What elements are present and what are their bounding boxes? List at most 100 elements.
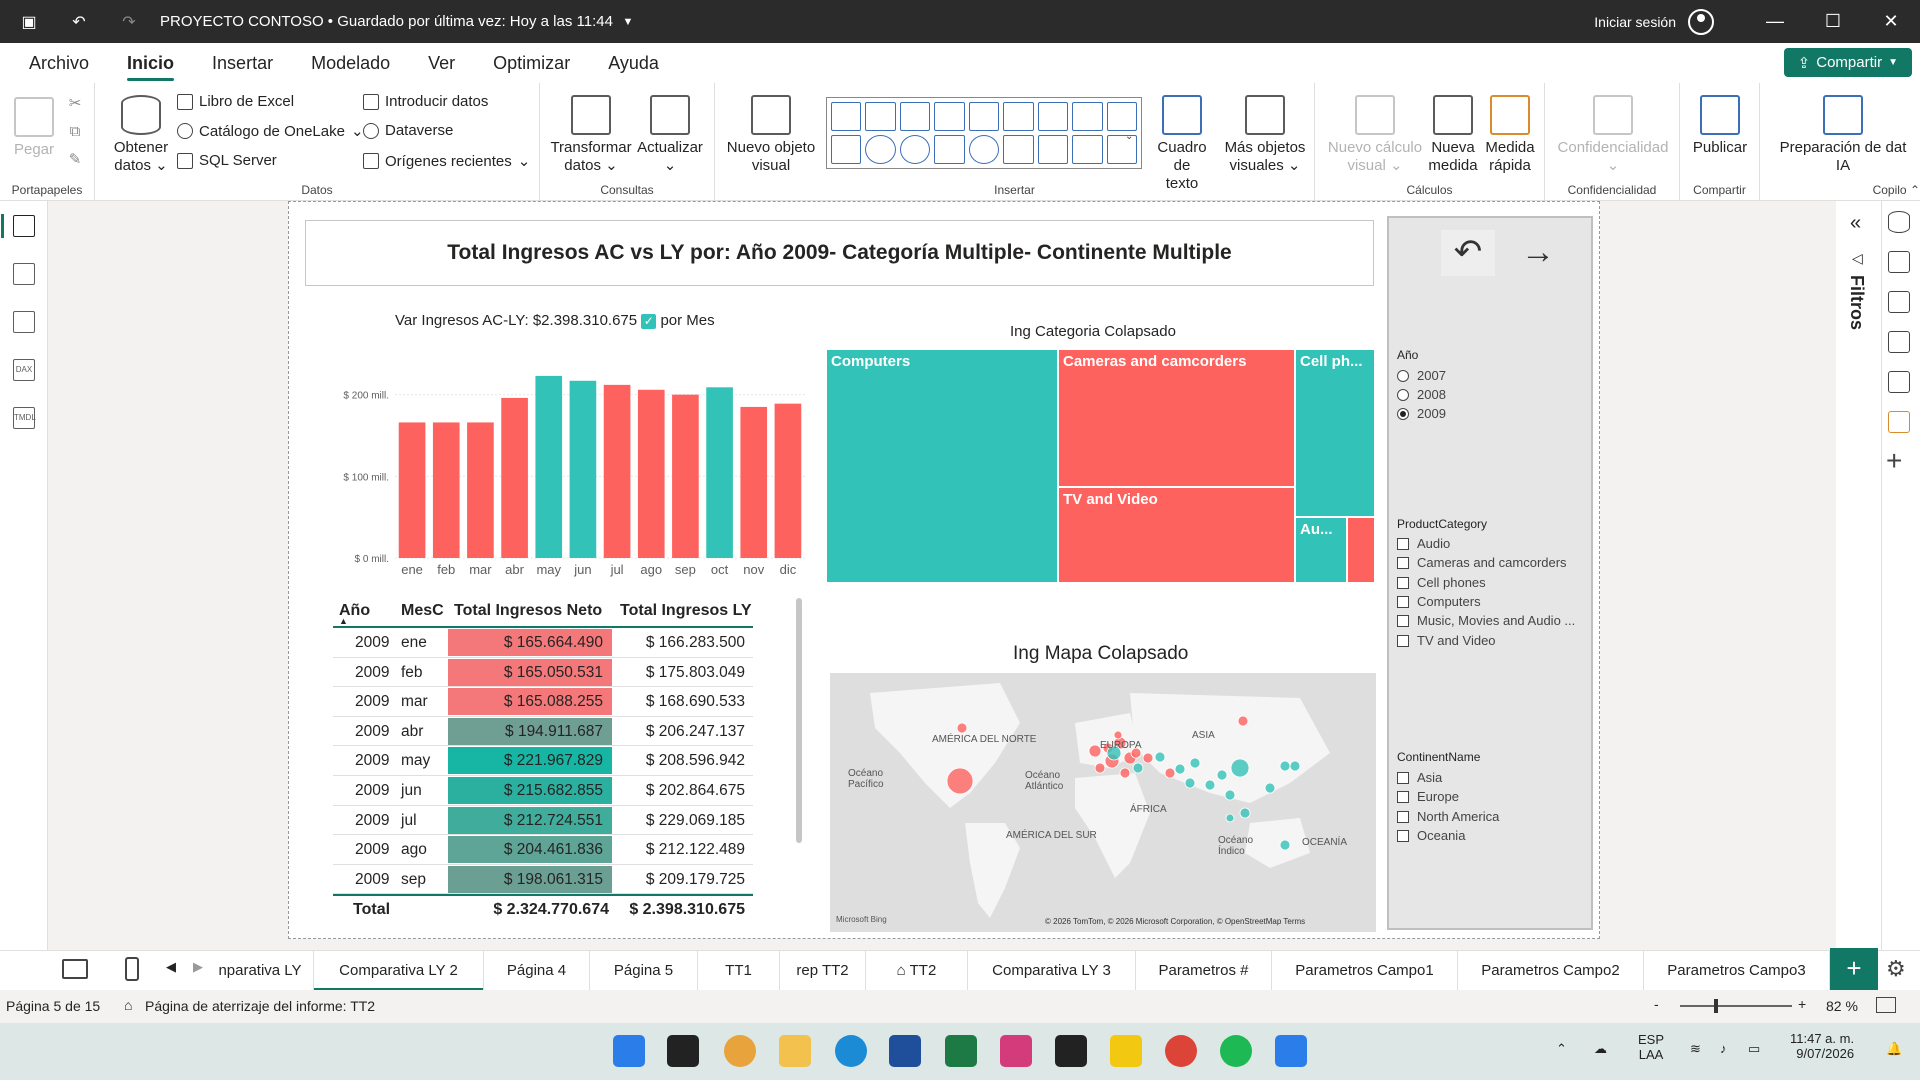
bar[interactable] (432, 422, 460, 558)
checkbox[interactable] (1397, 595, 1409, 608)
map-bubble[interactable] (1154, 751, 1166, 763)
settings-gear-icon[interactable]: ⚙ (1886, 956, 1906, 982)
tab-page[interactable]: Parametros Campo1 (1272, 951, 1458, 991)
map-bubble[interactable] (1289, 760, 1301, 772)
get-data-button[interactable]: Obtener datos ⌄ (109, 95, 173, 175)
map-bubble[interactable] (1142, 752, 1154, 764)
more-visuals-button[interactable]: Más objetos visuales ⌄ (1220, 95, 1310, 175)
map-bubble[interactable] (1189, 757, 1201, 769)
m365-icon[interactable] (724, 1035, 756, 1067)
map-visual[interactable]: AMÉRICA DEL NORTE Océano Pacífico Océano… (830, 673, 1376, 932)
treemap[interactable]: Computers Cameras and camcorders Cell ph… (826, 349, 1375, 583)
table-row[interactable]: 2009 jul $ 212.724.551 $ 229.069.185 (333, 806, 753, 836)
slicer-continent-option[interactable]: Europe (1397, 789, 1459, 804)
recent-sources-button[interactable]: Orígenes recientes ⌄ (363, 152, 530, 170)
table-row[interactable]: 2009 sep $ 198.061.315 $ 209.179.725 (333, 865, 753, 895)
report-view-icon[interactable] (1, 214, 35, 238)
filters-label[interactable]: Filtros (1846, 275, 1867, 330)
table-row[interactable]: 2009 mar $ 165.088.255 $ 168.690.533 (333, 687, 753, 717)
powerbi-icon[interactable] (1110, 1035, 1142, 1067)
model-view-icon[interactable] (13, 311, 35, 333)
performance-icon[interactable] (1888, 411, 1910, 433)
zoom-out-button[interactable]: - (1654, 996, 1659, 1012)
bar[interactable] (467, 422, 494, 558)
avatar[interactable] (1688, 8, 1714, 35)
enter-data-button[interactable]: Introducir datos (363, 93, 488, 110)
checkbox[interactable] (1397, 790, 1409, 803)
textbox-button[interactable]: Cuadro de texto (1147, 95, 1217, 193)
tab-page-active[interactable]: Comparativa LY 2 (314, 951, 484, 991)
zoom-in-button[interactable]: + (1798, 996, 1806, 1012)
undo-icon[interactable]: ↶ (68, 11, 90, 33)
map-bubble[interactable] (1174, 763, 1186, 775)
clock[interactable]: 11:47 a. m. 9/07/2026 (1790, 1031, 1854, 1061)
slicer-category-option[interactable]: Cameras and camcorders (1397, 555, 1567, 570)
col-month[interactable]: MesC (401, 602, 444, 620)
map-icon[interactable] (968, 135, 1000, 164)
slicer-continent-option[interactable]: North America (1397, 809, 1499, 824)
bar-chart[interactable]: $ 0 mill. $ 100 mill. $ 200 mill. ene feb mar… (320, 350, 810, 580)
map-bubble[interactable] (1113, 730, 1123, 740)
slicer-category-option[interactable]: Audio (1397, 536, 1450, 551)
checkbox[interactable] (1397, 810, 1409, 823)
cut-icon[interactable]: ✂ (66, 95, 84, 113)
redo-icon[interactable]: ↷ (118, 11, 140, 33)
snipping-tool-icon[interactable] (1000, 1035, 1032, 1067)
map-bubble[interactable] (1094, 762, 1106, 774)
treemap-cell[interactable]: Computers (826, 349, 1058, 583)
area-chart-icon[interactable] (1072, 102, 1103, 131)
menu-ver[interactable]: Ver (409, 43, 474, 83)
slicer-category-option[interactable]: TV and Video (1397, 633, 1496, 648)
menu-inicio[interactable]: Inicio (108, 43, 193, 83)
file-explorer-icon[interactable] (779, 1035, 811, 1067)
maximize-button[interactable]: ☐ (1804, 0, 1862, 43)
new-visual-button[interactable]: Nuevo objeto visual (725, 95, 817, 175)
slicer-continent-option[interactable]: Oceania (1397, 828, 1465, 843)
quick-measure-button[interactable]: Medida rápida (1481, 95, 1539, 175)
bar[interactable] (774, 403, 802, 558)
col-ly[interactable]: Total Ingresos LY (620, 602, 752, 620)
table-row[interactable]: 2009 ene $ 165.664.490 $ 166.283.500 (333, 628, 753, 658)
checkbox[interactable] (1397, 576, 1409, 589)
map-bubble[interactable] (1204, 779, 1216, 791)
map-bubble[interactable] (946, 767, 974, 795)
chevron-right-icon[interactable]: ▶ (193, 959, 203, 975)
spotify-icon[interactable] (1220, 1035, 1252, 1067)
chrome-icon[interactable] (1165, 1035, 1197, 1067)
bar[interactable] (637, 389, 665, 558)
inkscape-icon[interactable] (1055, 1035, 1087, 1067)
dax-query-icon[interactable]: DAX (13, 359, 35, 381)
bar[interactable] (706, 387, 733, 558)
format-painter-icon[interactable]: ✎ (66, 151, 84, 169)
sql-server-button[interactable]: SQL Server (177, 152, 277, 169)
clustered-bar-icon[interactable] (899, 102, 931, 131)
expand-icon[interactable]: « (1850, 212, 1861, 235)
map-bubble[interactable] (1224, 789, 1236, 801)
map-bubble[interactable] (1239, 807, 1251, 819)
table-visual-icon[interactable] (1072, 135, 1103, 164)
fit-to-page-icon[interactable] (1876, 997, 1896, 1013)
window-title[interactable]: PROYECTO CONTOSO • Guardado por última v… (160, 13, 613, 30)
publish-button[interactable]: Publicar (1688, 95, 1752, 157)
table-row[interactable]: 2009 may $ 221.967.829 $ 208.596.942 (333, 746, 753, 776)
language-indicator[interactable]: ESP LAA (1638, 1032, 1664, 1062)
100-bar-icon[interactable] (968, 102, 1000, 131)
map-bubble[interactable] (1164, 767, 1176, 779)
slicer-category-option[interactable]: Computers (1397, 594, 1481, 609)
slicer-year-option[interactable]: 2008 (1397, 387, 1446, 402)
stacked-bar-icon[interactable] (831, 102, 862, 131)
checkbox[interactable] (1397, 614, 1409, 627)
minimize-button[interactable]: — (1746, 0, 1804, 43)
radio[interactable] (1397, 388, 1409, 401)
excel-button[interactable]: Libro de Excel (177, 93, 294, 110)
slicer-year-option[interactable]: 2007 (1397, 368, 1446, 383)
data-table[interactable]: Año ▲ MesC Total Ingresos Neto Total Ing… (333, 596, 753, 924)
refresh-button[interactable]: Actualizar ⌄ (634, 95, 706, 175)
table-view-icon[interactable] (13, 263, 35, 285)
desktop-layout-icon[interactable] (62, 959, 88, 979)
map-bubble[interactable] (1225, 813, 1235, 823)
notepad-icon[interactable] (1275, 1035, 1307, 1067)
data-pane-icon[interactable] (1888, 211, 1910, 233)
mobile-layout-icon[interactable] (125, 957, 139, 981)
map-bubble[interactable] (1279, 760, 1291, 772)
